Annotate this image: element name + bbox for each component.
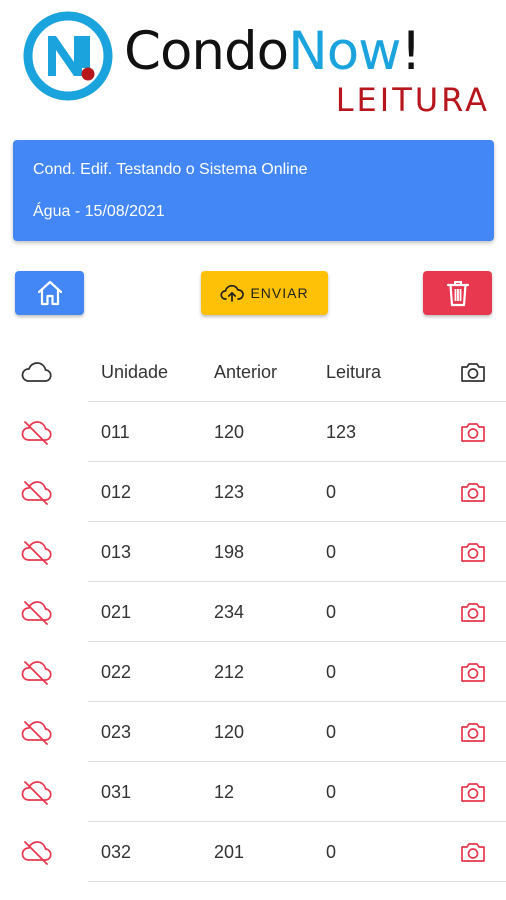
unit-cell: 023 [101, 721, 132, 742]
camera-icon [461, 363, 485, 382]
table-row[interactable]: 023 120 0 [0, 702, 506, 762]
send-button-label: ENVIAR [250, 285, 309, 301]
current-reading-cell[interactable]: 0 [326, 762, 336, 822]
send-button[interactable]: ENVIAR [201, 271, 328, 315]
camera-icon [461, 483, 485, 502]
previous-reading-cell: 198 [214, 541, 245, 562]
table-row[interactable]: 021 234 0 [0, 582, 506, 642]
table-row[interactable]: 031 12 0 [0, 762, 506, 822]
cloud-upload-icon [220, 284, 245, 302]
cloud-off-icon [21, 721, 52, 745]
sync-status-cell [18, 522, 54, 582]
unit-cell: 032 [101, 841, 132, 862]
current-reading-cell[interactable]: 0 [326, 702, 336, 762]
camera-icon [461, 603, 485, 622]
current-reading-cell[interactable]: 123 [326, 402, 356, 462]
sync-status-cell [18, 462, 54, 522]
previous-reading-cell: 212 [214, 661, 245, 682]
take-photo-button[interactable] [456, 762, 490, 822]
reading-type-date: Água - 15/08/2021 [33, 203, 165, 220]
take-photo-button[interactable] [456, 702, 490, 762]
take-photo-button[interactable] [456, 642, 490, 702]
cloud-off-icon [21, 481, 52, 505]
sync-status-cell [18, 582, 54, 642]
unit-cell: 013 [101, 541, 132, 562]
sync-status-header [18, 342, 54, 402]
cloud-off-icon [21, 661, 52, 685]
previous-reading-cell: 123 [214, 481, 245, 502]
trash-icon [446, 281, 469, 307]
table-row[interactable]: 022 212 0 [0, 642, 506, 702]
home-button[interactable] [15, 271, 84, 315]
unit-cell: 031 [101, 781, 132, 802]
table-row[interactable]: 012 123 0 [0, 462, 506, 522]
previous-reading-cell: 120 [214, 421, 245, 442]
cloud-off-icon [21, 541, 52, 565]
readings-table: Unidade Anterior Leitura 011 120 123 012… [0, 342, 506, 882]
take-photo-button[interactable] [456, 822, 490, 882]
table-row[interactable]: 013 198 0 [0, 522, 506, 582]
sync-status-cell [18, 702, 54, 762]
take-photo-button[interactable] [456, 582, 490, 642]
camera-icon [461, 723, 485, 742]
camera-icon [461, 843, 485, 862]
cloud-off-icon [21, 781, 52, 805]
previous-reading-cell: 12 [214, 781, 235, 802]
current-reading-cell[interactable]: 0 [326, 462, 336, 522]
table-header: Unidade Anterior Leitura [0, 342, 506, 402]
cloud-icon [21, 362, 52, 382]
condo-info-card: Cond. Edif. Testando o Sistema Online Ág… [13, 140, 494, 241]
camera-icon [461, 543, 485, 562]
previous-reading-cell: 234 [214, 601, 245, 622]
previous-reading-cell: 201 [214, 841, 245, 862]
unit-column-header: Unidade [101, 361, 169, 382]
unit-cell: 022 [101, 661, 132, 682]
current-reading-cell[interactable]: 0 [326, 522, 336, 582]
camera-icon [461, 783, 485, 802]
photo-column-header [456, 342, 490, 402]
cloud-off-icon [21, 841, 52, 865]
current-reading-cell[interactable]: 0 [326, 822, 336, 882]
current-reading-cell[interactable]: 0 [326, 582, 336, 642]
logo-subtitle: LEITURA [335, 81, 490, 119]
take-photo-button[interactable] [456, 462, 490, 522]
sync-status-cell [18, 402, 54, 462]
previous-column-header: Anterior [214, 361, 278, 382]
take-photo-button[interactable] [456, 522, 490, 582]
sync-status-cell [18, 762, 54, 822]
table-row[interactable]: 011 120 123 [0, 402, 506, 462]
unit-cell: 011 [101, 421, 130, 442]
sync-status-cell [18, 642, 54, 702]
logo-wordmark: CondoNow! [124, 21, 422, 82]
current-reading-cell[interactable]: 0 [326, 642, 336, 702]
condo-name: Cond. Edif. Testando o Sistema Online [33, 161, 308, 178]
delete-button[interactable] [423, 271, 492, 315]
table-row[interactable]: 032 201 0 [0, 822, 506, 882]
sync-status-cell [18, 822, 54, 882]
unit-cell: 012 [101, 481, 132, 502]
cloud-off-icon [21, 421, 52, 445]
app-logo: CondoNow! LEITURA [0, 0, 506, 128]
reading-column-header: Leitura [326, 361, 382, 382]
camera-icon [461, 423, 485, 442]
cloud-off-icon [21, 601, 52, 625]
previous-reading-cell: 120 [214, 721, 245, 742]
unit-cell: 021 [101, 601, 132, 622]
camera-icon [461, 663, 485, 682]
condonow-logo-icon [23, 11, 113, 101]
home-icon [37, 280, 62, 306]
take-photo-button[interactable] [456, 402, 490, 462]
